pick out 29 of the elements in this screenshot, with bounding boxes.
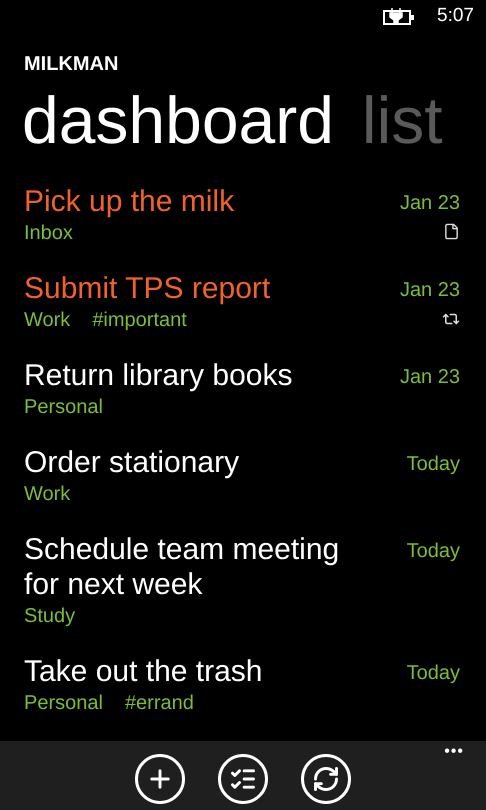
task-tag: Work <box>24 480 70 508</box>
due-date: Jan 23 <box>400 278 460 302</box>
task-tag: Personal <box>24 688 103 717</box>
task-title[interactable]: Order stationary <box>24 444 240 480</box>
task-tag: #important <box>92 306 187 334</box>
task-title[interactable]: Take out the trash <box>24 654 262 689</box>
list-button[interactable] <box>218 754 268 804</box>
task-tag: #errand <box>124 688 194 717</box>
sync-icon <box>312 764 340 793</box>
battery-charging-icon <box>383 7 416 26</box>
task-tag: Study <box>24 602 76 630</box>
task-tag: Personal <box>24 392 103 421</box>
status-time: 5:07 <box>437 5 474 28</box>
task-title[interactable]: Submit TPS report <box>24 270 270 306</box>
due-date: Today <box>406 662 460 685</box>
sync-button[interactable] <box>301 754 351 804</box>
due-date: Jan 23 <box>400 192 460 215</box>
task-title[interactable]: Schedule team meeting for next week <box>24 532 369 602</box>
pivot-tab[interactable]: dashboard <box>22 78 334 162</box>
task-tag: Inbox <box>24 218 73 247</box>
task-tag: Work <box>24 306 70 334</box>
task-title[interactable]: Pick up the milk <box>24 184 234 219</box>
due-date: Today <box>406 452 460 476</box>
due-date: Today <box>406 540 460 563</box>
add-button[interactable] <box>135 754 185 804</box>
more-button[interactable]: ••• <box>444 742 464 761</box>
due-date: Jan 23 <box>400 366 460 389</box>
app-title: MILKMAN <box>23 52 120 76</box>
task-title[interactable]: Return library books <box>24 358 292 393</box>
